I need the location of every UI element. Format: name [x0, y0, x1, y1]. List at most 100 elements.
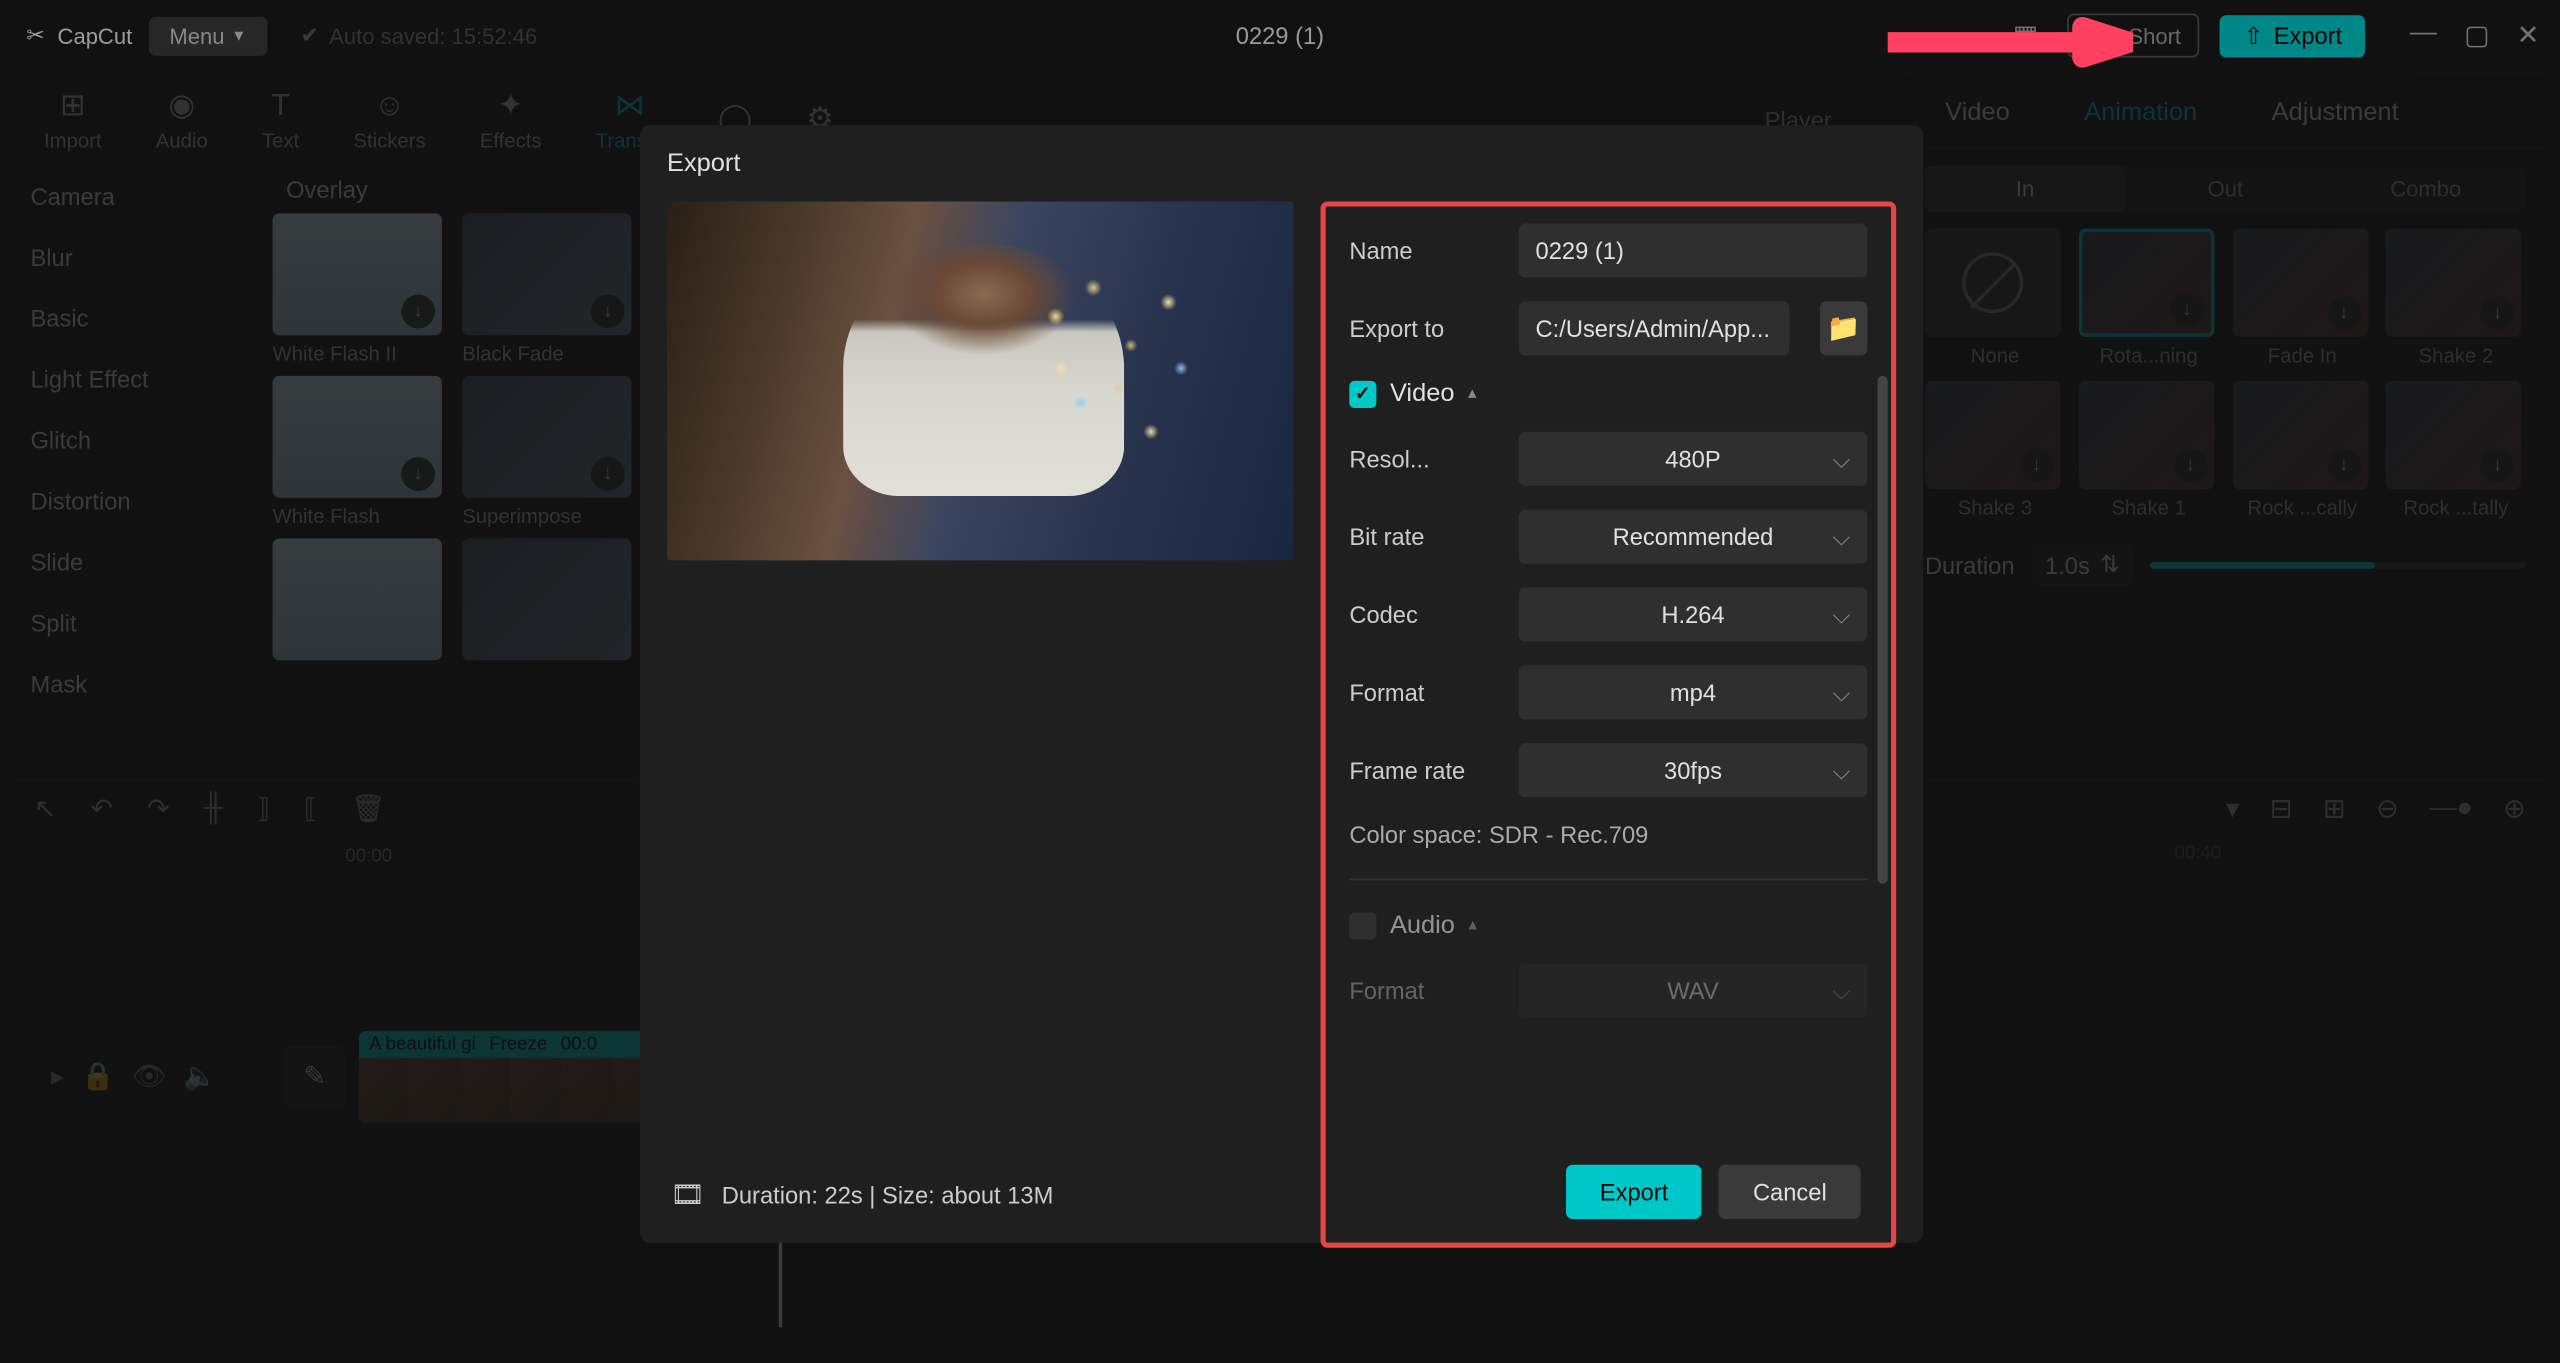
effect-thumb[interactable]: ↓White Flash: [273, 376, 442, 528]
side-distortion[interactable]: Distortion: [0, 471, 262, 532]
tab-animation[interactable]: Animation: [2047, 78, 2234, 147]
cut-left-icon[interactable]: ⟧: [257, 791, 270, 825]
anim-item[interactable]: ↓Fade In: [2232, 229, 2372, 368]
video-checkbox[interactable]: ✓: [1349, 380, 1376, 407]
effect-thumb[interactable]: ↓Black Fade: [462, 213, 631, 365]
cursor-icon[interactable]: ↖: [34, 791, 57, 825]
brush-button[interactable]: ✎: [284, 1046, 345, 1107]
download-icon[interactable]: ↓: [2327, 449, 2361, 483]
audio-format-dropdown[interactable]: WAV: [1519, 963, 1868, 1017]
left-sidebar: Camera Blur Basic Light Effect Glitch Di…: [0, 166, 262, 775]
eye-icon[interactable]: 👁: [132, 1060, 166, 1094]
preview-icon[interactable]: ▸: [51, 1060, 65, 1094]
download-icon[interactable]: ↓: [2327, 296, 2361, 330]
anim-item[interactable]: ↓Shake 1: [2079, 381, 2219, 520]
effect-thumb[interactable]: ↓Superimpose: [462, 376, 631, 528]
clip-label: Freeze: [489, 1034, 547, 1054]
zoom-out-icon[interactable]: ⊖: [2376, 791, 2399, 825]
browse-folder-button[interactable]: 📁: [1820, 301, 1867, 355]
download-icon[interactable]: ↓: [591, 295, 625, 329]
tab-video[interactable]: Video: [1908, 78, 2047, 147]
side-glitch[interactable]: Glitch: [0, 410, 262, 471]
stepper-icon[interactable]: ⇅: [2100, 550, 2120, 579]
effect-thumb[interactable]: ↓White Flash II: [273, 213, 442, 365]
side-blur[interactable]: Blur: [0, 227, 262, 288]
download-icon[interactable]: ↓: [2481, 449, 2515, 483]
anim-item[interactable]: ↓Shake 2: [2386, 229, 2526, 368]
tool-stickers[interactable]: ☺Stickers: [326, 87, 452, 151]
text-icon: T: [271, 87, 290, 124]
track-icon[interactable]: ⊞: [2323, 791, 2346, 825]
download-icon[interactable]: ↓: [401, 295, 435, 329]
anim-item[interactable]: ↓Shake 3: [1925, 381, 2065, 520]
logo-icon: ✂: [20, 20, 50, 50]
anim-item[interactable]: ↓Rock ...tally: [2386, 381, 2526, 520]
side-basic[interactable]: Basic: [0, 288, 262, 349]
tool-audio[interactable]: ◉Audio: [129, 87, 235, 151]
codec-label: Codec: [1349, 601, 1498, 628]
duration-input[interactable]: 1.0s⇅: [2031, 543, 2133, 585]
subtab-out[interactable]: Out: [2125, 166, 2325, 212]
download-icon[interactable]: ↓: [401, 457, 435, 491]
minimize-icon[interactable]: —: [2410, 19, 2437, 53]
cut-right-icon[interactable]: ⟦: [304, 791, 317, 825]
format-dropdown[interactable]: mp4: [1519, 665, 1868, 719]
anim-none[interactable]: None: [1925, 229, 2065, 368]
tab-adjustment[interactable]: Adjustment: [2234, 78, 2436, 147]
audio-checkbox[interactable]: [1349, 912, 1376, 939]
bitrate-dropdown[interactable]: Recommended: [1519, 510, 1868, 564]
export-button-top[interactable]: ⇧ Export: [2220, 14, 2366, 56]
folder-icon: 📁: [1827, 312, 1861, 346]
marker-icon[interactable]: ▾: [2226, 791, 2240, 825]
close-icon[interactable]: ✕: [2517, 19, 2540, 53]
side-slide[interactable]: Slide: [0, 532, 262, 593]
audio-section-label: Audio: [1390, 911, 1455, 940]
mute-icon[interactable]: 🔈: [183, 1060, 217, 1094]
download-icon[interactable]: ↓: [2481, 296, 2515, 330]
name-input[interactable]: 0229 (1): [1519, 223, 1868, 277]
duration-slider[interactable]: [2150, 561, 2526, 568]
subtab-combo[interactable]: Combo: [2326, 166, 2526, 212]
subtab-in[interactable]: In: [1925, 166, 2125, 212]
video-section-label: Video: [1390, 379, 1454, 408]
sticker-icon: ☺: [374, 87, 405, 124]
menu-button[interactable]: Menu ▼: [149, 16, 267, 55]
side-camera[interactable]: Camera: [0, 166, 262, 227]
delete-icon[interactable]: 🗑: [351, 791, 385, 825]
framerate-dropdown[interactable]: 30fps: [1519, 743, 1868, 797]
download-icon[interactable]: ↓: [2020, 449, 2054, 483]
resolution-label: Resol...: [1349, 445, 1498, 472]
maximize-icon[interactable]: ▢: [2464, 19, 2490, 53]
split-icon[interactable]: ╫: [204, 793, 223, 823]
menu-label: Menu: [169, 23, 224, 48]
collapse-icon[interactable]: ▴: [1468, 916, 1477, 935]
tool-text[interactable]: TText: [235, 87, 326, 151]
dialog-title: Export: [640, 125, 1923, 201]
download-icon[interactable]: ↓: [591, 457, 625, 491]
tool-import[interactable]: ⊞Import: [17, 87, 129, 151]
export-confirm-button[interactable]: Export: [1566, 1165, 1702, 1219]
effect-thumb[interactable]: [462, 538, 631, 660]
collapse-icon[interactable]: ▴: [1468, 384, 1477, 403]
download-icon[interactable]: ↓: [2173, 449, 2207, 483]
scrollbar[interactable]: [1878, 376, 1888, 884]
effect-thumb[interactable]: [273, 538, 442, 660]
lock-icon[interactable]: 🔒: [81, 1060, 115, 1094]
download-icon[interactable]: ↓: [2170, 293, 2204, 327]
codec-dropdown[interactable]: H.264: [1519, 587, 1868, 641]
zoom-in-icon[interactable]: ⊕: [2503, 791, 2526, 825]
side-split[interactable]: Split: [0, 593, 262, 654]
anim-item[interactable]: ↓Rock ...cally: [2232, 381, 2372, 520]
side-mask[interactable]: Mask: [0, 653, 262, 714]
video-clip[interactable]: A beautiful gi Freeze 00:0: [359, 1031, 664, 1122]
zoom-slider[interactable]: —●: [2429, 793, 2472, 823]
redo-icon[interactable]: ↷: [147, 791, 170, 825]
side-light[interactable]: Light Effect: [0, 349, 262, 410]
anim-item[interactable]: ↓Rota...ning: [2079, 229, 2219, 368]
path-input[interactable]: C:/Users/Admin/App...: [1519, 301, 1790, 355]
snap-icon[interactable]: ⊟: [2270, 791, 2293, 825]
resolution-dropdown[interactable]: 480P: [1519, 432, 1868, 486]
cancel-button[interactable]: Cancel: [1719, 1165, 1861, 1219]
undo-icon[interactable]: ↶: [90, 791, 113, 825]
tool-effects[interactable]: ✦Effects: [453, 87, 569, 151]
